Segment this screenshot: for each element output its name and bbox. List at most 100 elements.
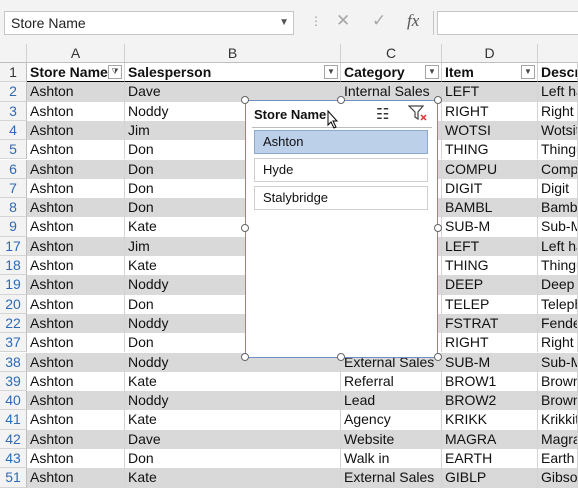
cell-e[interactable]: Gibsor <box>538 468 578 488</box>
cell-d[interactable]: DIGIT <box>442 178 538 199</box>
row-number[interactable]: 40 <box>0 391 27 411</box>
cell-a[interactable]: Ashton <box>27 178 125 199</box>
row-number[interactable]: 37 <box>0 333 27 353</box>
row-number[interactable]: 7 <box>0 178 27 199</box>
column-title-d[interactable]: Item ▼ <box>442 63 538 83</box>
cell-a[interactable]: Ashton <box>27 159 125 179</box>
cell-a[interactable]: Ashton <box>27 275 125 295</box>
filter-dropdown-icon[interactable]: ▼ <box>425 65 439 79</box>
cell-c[interactable]: External Sales <box>341 468 442 488</box>
cell-a[interactable]: Ashton <box>27 256 125 276</box>
resize-handle[interactable] <box>434 353 442 361</box>
cell-a[interactable]: Ashton <box>27 333 125 353</box>
name-box[interactable]: Store Name ▼ <box>4 11 294 35</box>
cell-a[interactable]: Ashton <box>27 140 125 160</box>
row-number[interactable]: 8 <box>0 198 27 218</box>
cell-d[interactable]: FSTRAT <box>442 313 538 334</box>
cell-a[interactable]: Ashton <box>27 82 125 102</box>
row-number[interactable]: 51 <box>0 468 27 488</box>
cell-a[interactable]: Ashton <box>27 429 125 449</box>
formula-input[interactable] <box>437 11 578 35</box>
cell-e[interactable]: Sub-M <box>538 217 578 237</box>
row-number[interactable]: 38 <box>0 352 27 372</box>
cell-a[interactable]: Ashton <box>27 449 125 469</box>
slicer-item[interactable]: Ashton <box>254 130 428 154</box>
cell-b[interactable]: Dave <box>125 82 341 102</box>
row-number[interactable]: 3 <box>0 101 27 121</box>
cell-d[interactable]: BROW1 <box>442 371 538 392</box>
cell-d[interactable]: SUB-M <box>442 217 538 237</box>
cell-a[interactable]: Ashton <box>27 217 125 237</box>
cell-e[interactable]: Wotsit <box>538 120 578 141</box>
cell-e[interactable]: Compu <box>538 159 578 179</box>
row-number[interactable]: 17 <box>0 236 27 256</box>
resize-handle[interactable] <box>337 353 345 361</box>
cell-d[interactable]: THING <box>442 256 538 276</box>
cell-c[interactable]: Referral <box>341 371 442 392</box>
chevron-down-icon[interactable]: ▼ <box>279 12 289 34</box>
column-title-b[interactable]: Salesperson ▼ <box>125 63 341 83</box>
column-title-c[interactable]: Category ▼ <box>341 63 442 83</box>
cell-a[interactable]: Ashton <box>27 352 125 372</box>
filter-dropdown-icon[interactable]: ▼ <box>521 65 535 79</box>
resize-handle[interactable] <box>241 353 249 361</box>
cell-b[interactable]: Don <box>125 449 341 469</box>
cell-e[interactable]: Sub-M <box>538 352 578 372</box>
cell-d[interactable]: LEFT <box>442 82 538 102</box>
cell-b[interactable]: Dave <box>125 429 341 449</box>
cell-d[interactable]: MAGRA <box>442 429 538 449</box>
resize-handle[interactable] <box>434 96 442 104</box>
cell-e[interactable]: Teleph <box>538 294 578 314</box>
cell-e[interactable]: Krikkit <box>538 410 578 430</box>
cell-e[interactable]: Digit <box>538 178 578 199</box>
cell-e[interactable]: Left ha <box>538 236 578 256</box>
cell-d[interactable]: WOTSI <box>442 120 538 141</box>
drag-handle-icon[interactable]: ⋮ <box>310 14 322 28</box>
column-header-d[interactable]: D <box>442 44 538 63</box>
filter-dropdown-icon[interactable]: ▼ <box>324 65 338 79</box>
cell-d[interactable]: DEEP <box>442 275 538 295</box>
cell-d[interactable]: BAMBL <box>442 198 538 218</box>
row-number[interactable]: 19 <box>0 275 27 295</box>
cell-e[interactable]: Left ha <box>538 82 578 102</box>
cell-b[interactable]: Noddy <box>125 391 341 411</box>
cancel-icon[interactable]: ✕ <box>336 11 350 31</box>
cell-a[interactable]: Ashton <box>27 468 125 488</box>
cell-a[interactable]: Ashton <box>27 294 125 314</box>
cell-b[interactable]: Kate <box>125 468 341 488</box>
cell-a[interactable]: Ashton <box>27 198 125 218</box>
cell-e[interactable]: Brown <box>538 391 578 411</box>
cell-e[interactable]: Earth <box>538 449 578 469</box>
column-header-c[interactable]: C <box>341 44 442 63</box>
cell-a[interactable]: Ashton <box>27 391 125 411</box>
cell-d[interactable]: KRIKK <box>442 410 538 430</box>
column-title-a[interactable]: Store Name ⧩ <box>27 63 125 83</box>
row-number[interactable]: 42 <box>0 429 27 449</box>
cell-a[interactable]: Ashton <box>27 120 125 141</box>
insert-function-icon[interactable]: fx <box>407 11 419 31</box>
row-number[interactable]: 9 <box>0 217 27 237</box>
cell-e[interactable]: Thingu <box>538 140 578 160</box>
row-number[interactable]: 1 <box>0 63 27 83</box>
cell-c[interactable]: Website <box>341 429 442 449</box>
cell-e[interactable]: Right h <box>538 101 578 121</box>
resize-handle[interactable] <box>337 96 345 104</box>
resize-handle[interactable] <box>241 224 249 232</box>
cell-e[interactable]: Deep T <box>538 275 578 295</box>
cell-c[interactable]: Agency <box>341 410 442 430</box>
cell-e[interactable]: Thingu <box>538 256 578 276</box>
row-number[interactable]: 2 <box>0 82 27 102</box>
cell-d[interactable]: BROW2 <box>442 391 538 411</box>
cell-e[interactable]: Fender <box>538 313 578 334</box>
cell-e[interactable]: Right h <box>538 333 578 353</box>
row-number[interactable]: 20 <box>0 294 27 314</box>
resize-handle[interactable] <box>241 96 249 104</box>
column-header-b[interactable]: B <box>125 44 341 63</box>
multi-select-icon[interactable]: ☷ <box>376 105 389 123</box>
cell-b[interactable]: Kate <box>125 410 341 430</box>
cell-e[interactable]: Bambl <box>538 198 578 218</box>
select-all-corner[interactable] <box>0 44 27 63</box>
cell-d[interactable]: EARTH <box>442 449 538 469</box>
cell-d[interactable]: TELEP <box>442 294 538 314</box>
cell-b[interactable]: Kate <box>125 371 341 392</box>
